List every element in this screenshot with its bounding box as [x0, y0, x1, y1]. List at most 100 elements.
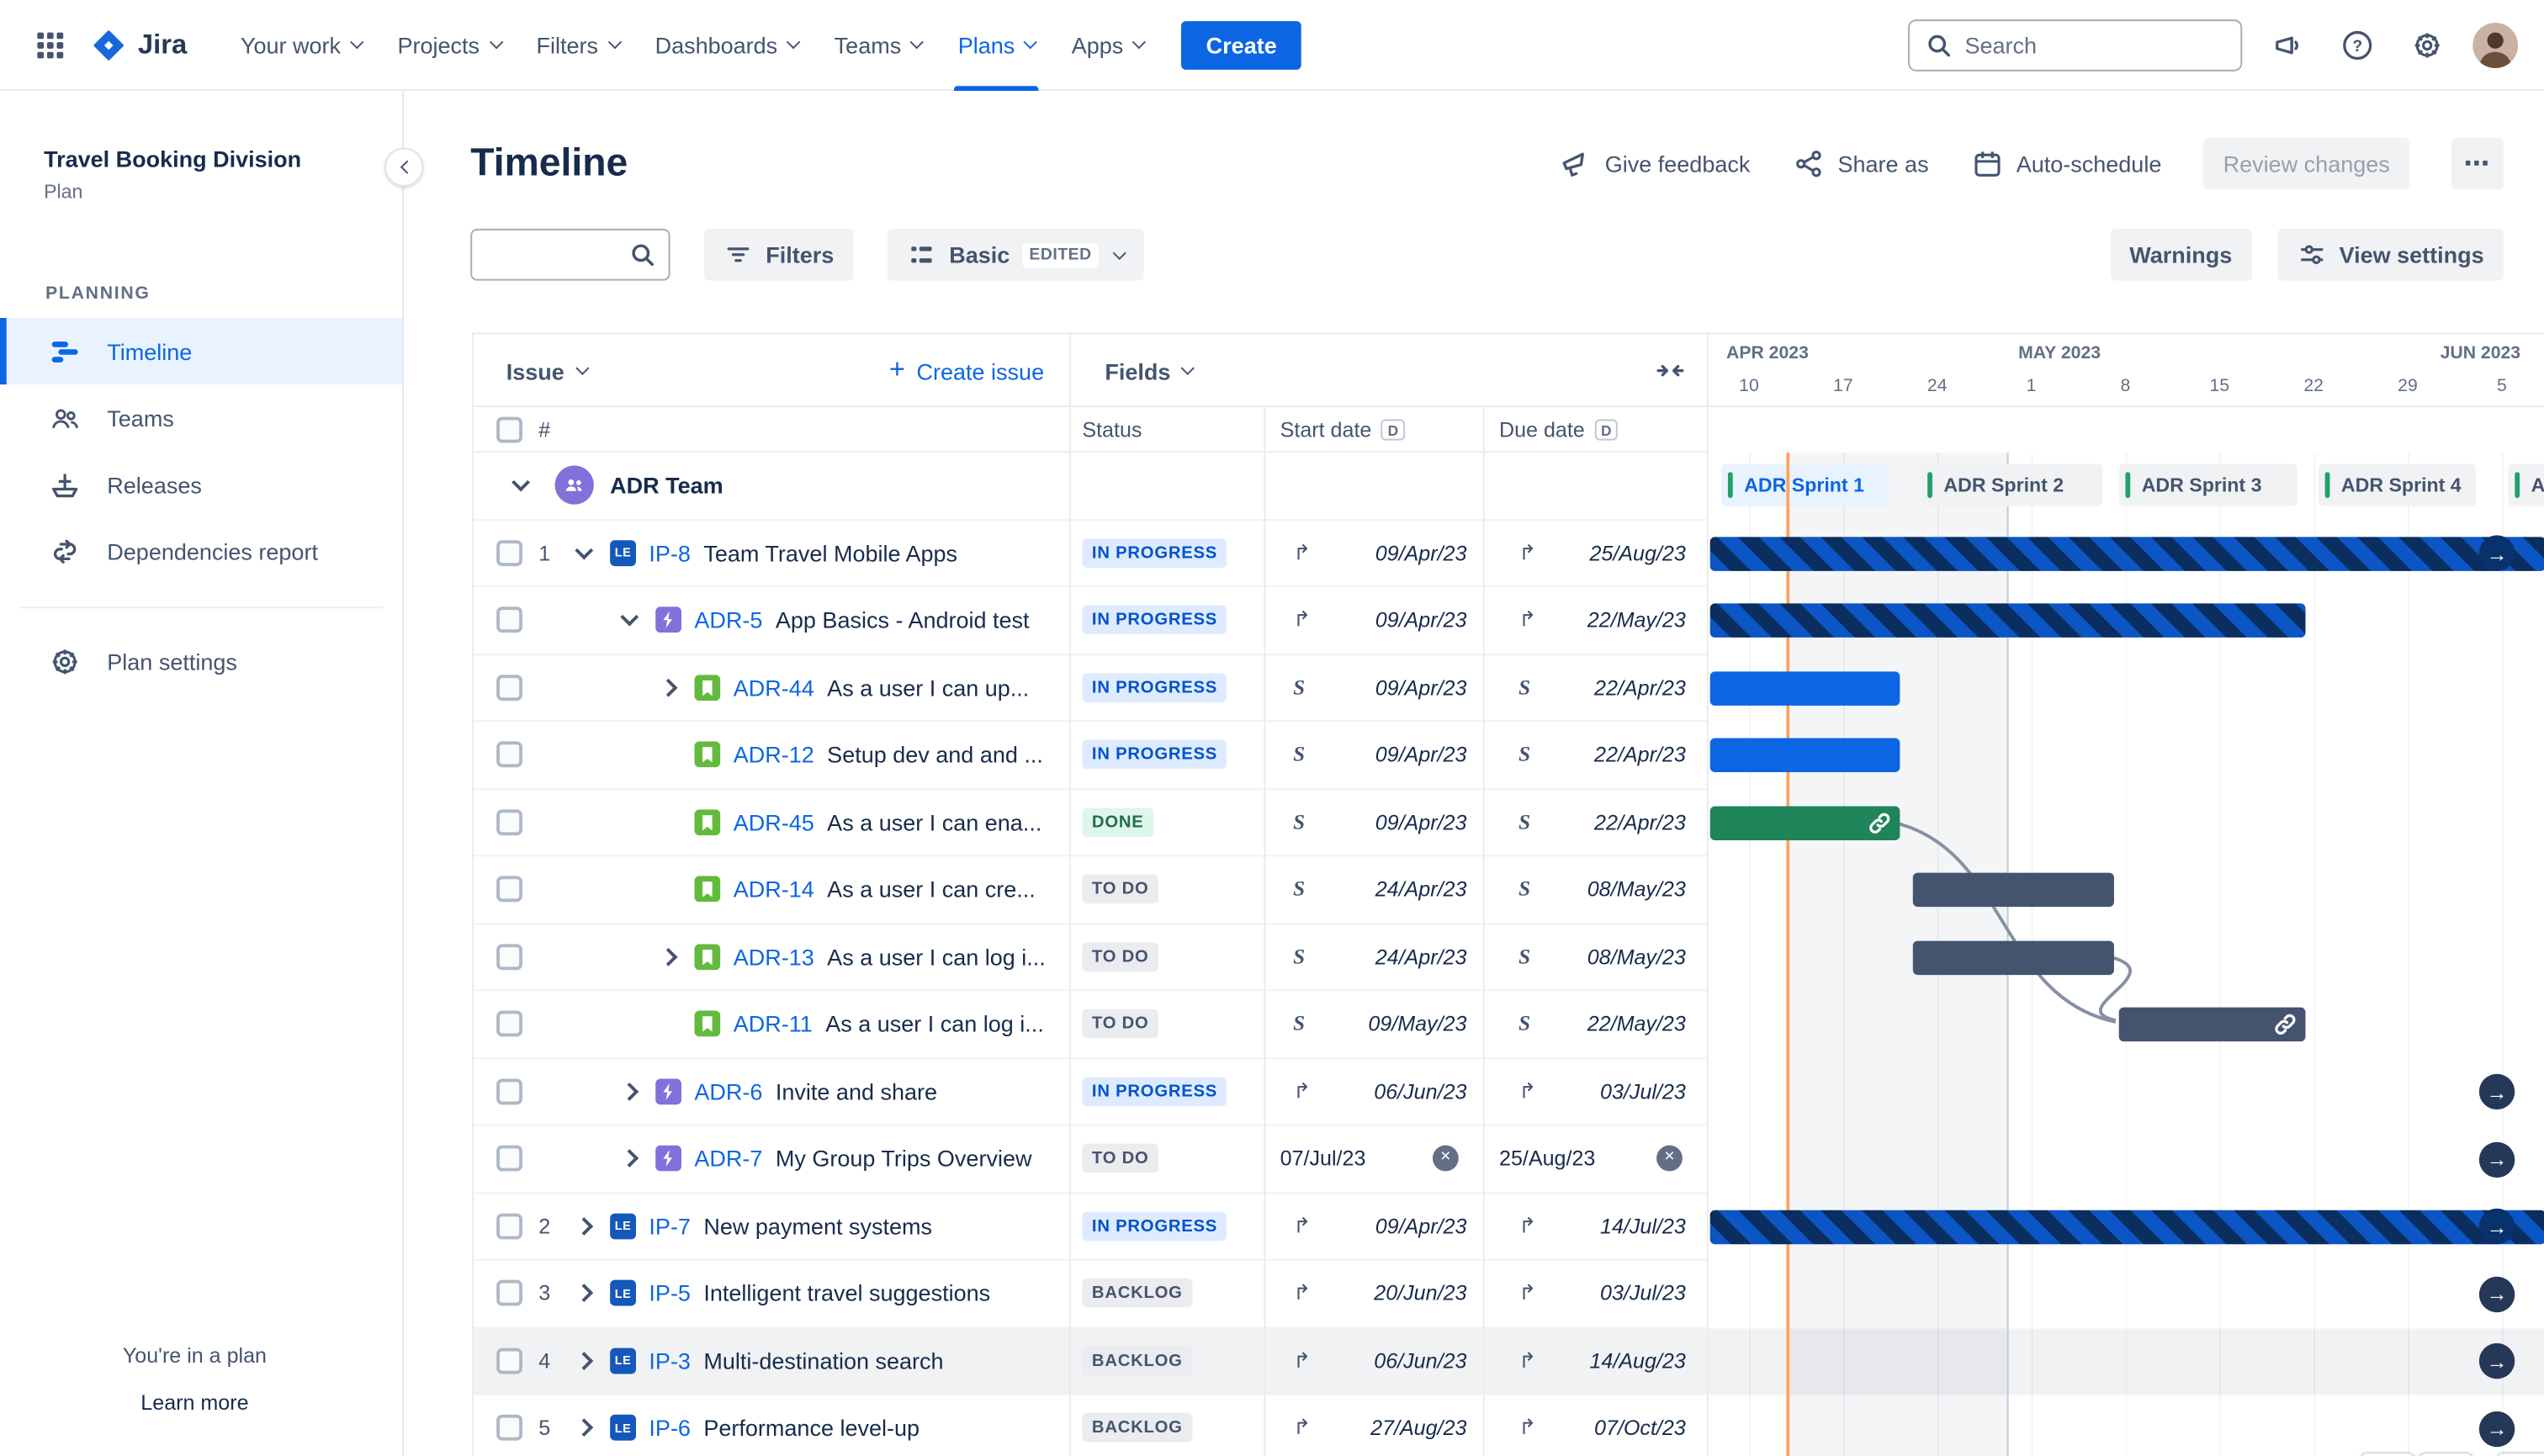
filters-button[interactable]: Filters — [703, 228, 854, 281]
view-mode-button[interactable]: Basic EDITED — [887, 228, 1144, 281]
sidebar-collapse-button[interactable] — [384, 147, 424, 187]
sidebar-item-dependencies-report[interactable]: Dependencies report — [0, 517, 402, 584]
issue-key-link[interactable]: ADR-7 — [694, 1146, 762, 1172]
chevron-down-icon[interactable] — [575, 541, 594, 559]
dependency-link-icon[interactable] — [2273, 1012, 2298, 1036]
issue-key-link[interactable]: IP-7 — [649, 1213, 691, 1239]
give-feedback-button[interactable]: Give feedback — [1560, 147, 1750, 180]
chevron-right-icon[interactable] — [575, 1351, 594, 1370]
row-checkbox[interactable] — [496, 1213, 522, 1239]
row-checkbox[interactable] — [496, 606, 522, 633]
chevron-right-icon[interactable] — [620, 1082, 639, 1101]
nav-item-plans[interactable]: Plans — [940, 0, 1053, 91]
row-checkbox[interactable] — [496, 1010, 522, 1037]
help-icon[interactable]: ? — [2333, 20, 2382, 69]
calendar-icon — [1971, 147, 2004, 180]
row-checkbox[interactable] — [496, 1078, 522, 1104]
row-checkbox[interactable] — [496, 1146, 522, 1172]
row-checkbox[interactable] — [496, 741, 522, 768]
row-checkbox[interactable] — [496, 1347, 522, 1374]
issue-key-link[interactable]: ADR-11 — [734, 1011, 813, 1037]
learn-more-link[interactable]: Learn more — [140, 1390, 248, 1415]
share-as-button[interactable]: Share as — [1792, 147, 1929, 180]
chevron-right-icon[interactable] — [620, 1149, 639, 1168]
global-search-input[interactable] — [1964, 31, 2225, 58]
gantt-bar-adr-14[interactable] — [1912, 872, 2114, 908]
gantt-bar-adr-44[interactable] — [1709, 670, 1900, 705]
create-button[interactable]: Create — [1181, 20, 1301, 69]
issue-key-link[interactable]: ADR-12 — [734, 742, 814, 768]
gantt-bar-ip-8[interactable] — [1709, 536, 2544, 570]
more-actions-button[interactable]: ⋯ — [2451, 137, 2504, 190]
global-search[interactable] — [1907, 19, 2243, 71]
sidebar-item-plan-settings[interactable]: Plan settings — [0, 627, 402, 694]
issue-column-header[interactable]: Issue — [506, 334, 590, 407]
sidebar-item-teams[interactable]: Teams — [0, 384, 402, 451]
issue-summary: My Group Trips Overview — [775, 1146, 1032, 1172]
row-checkbox[interactable] — [496, 539, 522, 566]
sidebar-item-releases[interactable]: Releases — [0, 451, 402, 517]
row-checkbox[interactable] — [496, 876, 522, 903]
fields-button[interactable]: Fields — [1105, 334, 1195, 407]
sidebar-item-timeline[interactable]: Timeline — [0, 317, 403, 385]
user-avatar[interactable] — [2472, 22, 2519, 68]
chevron-right-icon[interactable] — [575, 1216, 594, 1236]
chevron-right-icon[interactable] — [659, 678, 678, 697]
view-settings-button[interactable]: View settings — [2277, 228, 2504, 281]
nav-item-projects[interactable]: Projects — [379, 0, 518, 90]
nav-item-your-work[interactable]: Your work — [223, 0, 380, 90]
nav-item-teams[interactable]: Teams — [816, 0, 940, 90]
row-checkbox[interactable] — [496, 943, 522, 970]
announcement-icon[interactable] — [2263, 20, 2312, 69]
bar-continues-arrow[interactable]: → — [2478, 535, 2515, 571]
nav-item-dashboards[interactable]: Dashboards — [637, 0, 816, 90]
issue-key-link[interactable]: IP-3 — [649, 1347, 691, 1374]
offscreen-bar-indicator[interactable]: → — [2478, 1073, 2515, 1110]
auto-schedule-button[interactable]: Auto-schedule — [1971, 147, 2161, 180]
offscreen-bar-indicator[interactable]: → — [2478, 1141, 2515, 1178]
offscreen-bar-indicator[interactable]: → — [2478, 1275, 2515, 1312]
offscreen-bar-indicator[interactable]: → — [2478, 1410, 2515, 1447]
gantt-bar-adr-45[interactable] — [1709, 805, 1900, 840]
row-checkbox[interactable] — [496, 1415, 522, 1442]
chevron-down-icon[interactable] — [511, 474, 530, 492]
nav-item-apps[interactable]: Apps — [1054, 0, 1163, 90]
gantt-bar-ip-7[interactable] — [1709, 1209, 2544, 1244]
collapse-columns-icon[interactable] — [1656, 357, 1684, 384]
chevron-down-icon[interactable] — [620, 608, 639, 627]
chevron-right-icon[interactable] — [575, 1284, 594, 1303]
issue-key-link[interactable]: ADR-13 — [734, 944, 814, 970]
issue-key-link[interactable]: IP-6 — [649, 1415, 691, 1441]
timeline-search[interactable] — [470, 228, 670, 281]
gantt-bar-adr-11[interactable] — [2118, 1007, 2306, 1042]
gantt-bar-adr-12[interactable] — [1709, 738, 1900, 772]
bar-continues-arrow[interactable]: → — [2478, 1208, 2515, 1245]
create-issue-button[interactable]: + Create issue — [889, 334, 1044, 407]
gantt-bar-adr-13[interactable] — [1912, 940, 2114, 975]
offscreen-bar-indicator[interactable]: → — [2478, 1342, 2515, 1379]
gantt-bar-adr-5[interactable] — [1709, 603, 2306, 638]
issue-key-link[interactable]: ADR-45 — [734, 809, 814, 835]
warnings-button[interactable]: Warnings — [2110, 228, 2252, 281]
chevron-right-icon[interactable] — [575, 1418, 594, 1437]
issue-key-link[interactable]: ADR-14 — [734, 876, 814, 903]
issue-key-link[interactable]: ADR-5 — [694, 607, 762, 633]
issue-key-link[interactable]: IP-5 — [649, 1280, 691, 1306]
jira-logo[interactable]: Jira — [91, 27, 187, 62]
row-checkbox[interactable] — [496, 1280, 522, 1306]
settings-gear-icon[interactable] — [2403, 20, 2451, 69]
issue-key-link[interactable]: ADR-44 — [734, 675, 814, 701]
dependency-link-icon[interactable] — [1868, 810, 1892, 834]
issue-key-link[interactable]: IP-8 — [649, 540, 691, 566]
clear-date-icon[interactable]: × — [1432, 1146, 1459, 1172]
chevron-right-icon[interactable] — [659, 947, 678, 966]
select-all-checkbox[interactable] — [496, 416, 522, 442]
row-checkbox[interactable] — [496, 674, 522, 701]
nav-item-filters[interactable]: Filters — [518, 0, 637, 90]
review-changes-button[interactable]: Review changes — [2203, 137, 2409, 190]
issue-key-link[interactable]: ADR-6 — [694, 1078, 762, 1104]
clear-date-icon[interactable]: × — [1656, 1146, 1683, 1172]
app-switcher-icon[interactable] — [26, 20, 75, 69]
issue-row-left: 3 LE IP-5 Intelligent travel suggestions BAC… — [474, 1260, 1707, 1328]
row-checkbox[interactable] — [496, 808, 522, 835]
